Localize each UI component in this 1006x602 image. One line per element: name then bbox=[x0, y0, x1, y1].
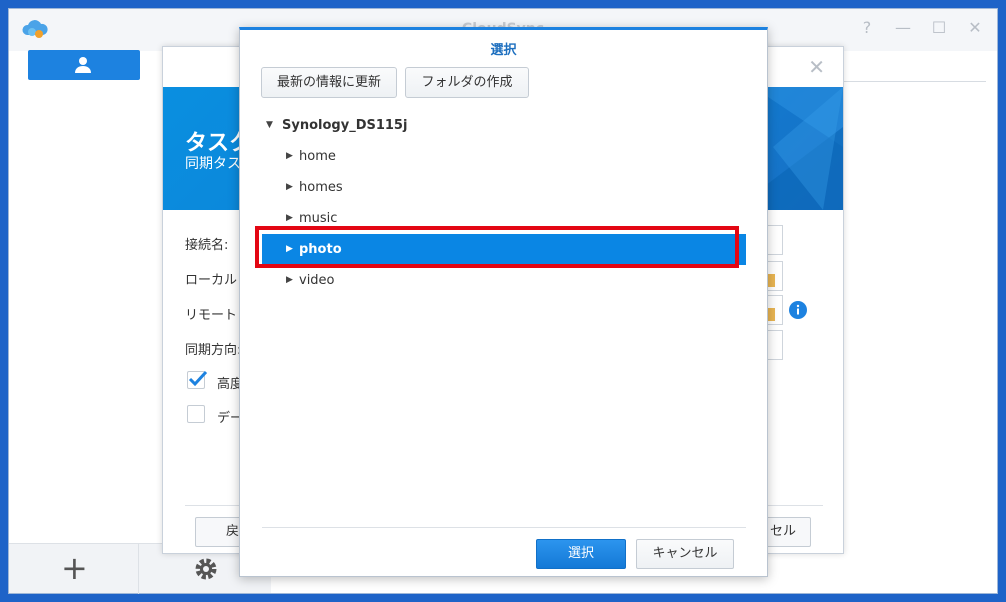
help-icon[interactable]: ? bbox=[859, 19, 875, 37]
close-icon[interactable]: ✕ bbox=[967, 19, 983, 37]
tree-item-label: homes bbox=[299, 180, 343, 195]
caret-right-icon[interactable]: ▶ bbox=[286, 265, 293, 296]
select-button[interactable]: 選択 bbox=[536, 539, 626, 569]
remote-label: リモート bbox=[185, 308, 238, 323]
local-label: ローカル bbox=[185, 273, 238, 288]
wizard-subtitle: 同期タス bbox=[185, 156, 241, 172]
window-controls: ? — ☐ ✕ bbox=[859, 19, 983, 37]
caret-right-icon[interactable]: ▶ bbox=[286, 172, 293, 203]
tree-item-label: video bbox=[299, 273, 335, 288]
tree-item-label: Synology_DS115j bbox=[282, 118, 408, 133]
create-folder-button[interactable]: フォルダの作成 bbox=[405, 67, 529, 98]
plus-icon: + bbox=[61, 549, 88, 587]
user-tab[interactable] bbox=[28, 50, 140, 80]
add-button[interactable]: + bbox=[9, 544, 139, 594]
annotation-highlight-box bbox=[255, 226, 739, 268]
sync-direction-label: 同期方向: bbox=[185, 343, 242, 358]
maximize-icon[interactable]: ☐ bbox=[931, 19, 947, 37]
checkmark-icon bbox=[188, 370, 208, 387]
divider bbox=[844, 81, 986, 82]
tree-item-homes[interactable]: ▶ homes bbox=[262, 172, 746, 203]
advanced-checkbox[interactable] bbox=[187, 370, 208, 389]
data-checkbox[interactable] bbox=[187, 405, 205, 423]
caret-down-icon[interactable]: ▼ bbox=[266, 110, 273, 141]
folder-select-dialog: 選択 最新の情報に更新 フォルダの作成 ▼ Synology_DS115j ▶ … bbox=[239, 27, 768, 577]
tree-item-home[interactable]: ▶ home bbox=[262, 141, 746, 172]
caret-right-icon[interactable]: ▶ bbox=[286, 141, 293, 172]
gear-icon[interactable] bbox=[193, 556, 219, 582]
user-icon bbox=[75, 57, 91, 73]
connection-name-label: 接続名: bbox=[185, 238, 229, 253]
dialog-title: 選択 bbox=[490, 43, 517, 58]
wizard-close-icon[interactable]: ✕ bbox=[808, 55, 825, 79]
tree-item-synology-ds115j[interactable]: ▼ Synology_DS115j bbox=[262, 110, 746, 141]
info-icon[interactable] bbox=[789, 301, 807, 319]
minimize-icon[interactable]: — bbox=[895, 19, 911, 37]
refresh-button[interactable]: 最新の情報に更新 bbox=[261, 67, 397, 98]
tree-item-label: home bbox=[299, 149, 336, 164]
tree-item-video[interactable]: ▶ video bbox=[262, 265, 746, 296]
divider bbox=[262, 527, 746, 528]
cancel-button[interactable]: キャンセル bbox=[636, 539, 734, 569]
